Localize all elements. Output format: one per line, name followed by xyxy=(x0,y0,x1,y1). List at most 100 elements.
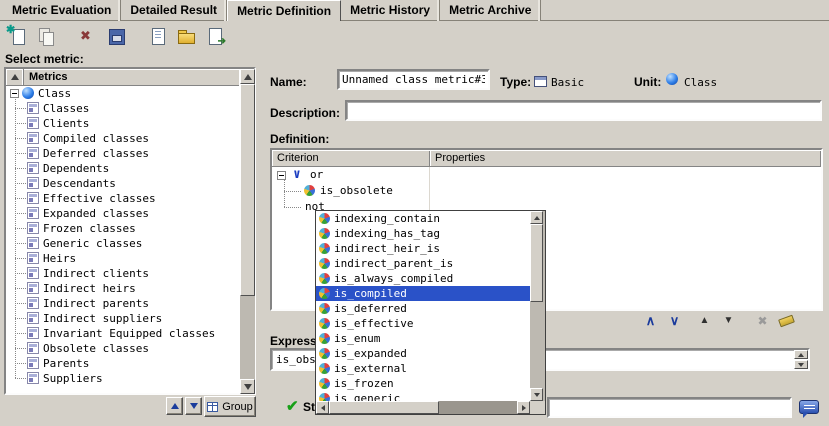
arrow-left-icon xyxy=(321,405,325,411)
class-unit-icon xyxy=(22,87,34,99)
expression-scroll-up-button[interactable] xyxy=(794,350,808,359)
arrow-down-icon xyxy=(244,384,252,390)
open-metric-file-button[interactable] xyxy=(174,24,198,48)
save-metric-button[interactable] xyxy=(104,24,128,48)
tree-root-row[interactable]: Class xyxy=(7,86,239,101)
dropdown-item[interactable]: is_generic xyxy=(316,391,530,401)
criterion-icon xyxy=(319,378,330,389)
export-metrics-button[interactable] xyxy=(203,24,227,48)
group-toggle-button[interactable]: Group xyxy=(204,396,256,417)
tree-body: ClassClassesClientsCompiled classesDefer… xyxy=(7,86,239,393)
dropdown-item[interactable]: is_enum xyxy=(316,331,530,346)
dropdown-item[interactable]: indirect_heir_is xyxy=(316,241,530,256)
move-up-button[interactable]: ▲ xyxy=(694,313,715,329)
tree-item-label: Dependents xyxy=(43,161,109,176)
scroll-down-button[interactable] xyxy=(240,379,255,394)
dropdown-item[interactable]: is_effective xyxy=(316,316,530,331)
tree-item[interactable]: Obsolete classes xyxy=(7,341,239,356)
metric-icon xyxy=(27,177,39,189)
new-metric-button[interactable] xyxy=(5,24,29,48)
criterion-column-header[interactable]: Criterion xyxy=(272,150,430,166)
definition-row[interactable]: ∨or xyxy=(272,167,821,183)
collapse-icon[interactable] xyxy=(10,89,19,98)
scroll-up-button[interactable] xyxy=(240,69,255,84)
expression-scroll-down-button[interactable] xyxy=(794,360,808,369)
criterion-icon xyxy=(319,273,330,284)
move-metric-down-button[interactable] xyxy=(185,397,202,415)
tab-detailed-result[interactable]: Detailed Result xyxy=(121,0,227,21)
tree-item[interactable]: Generic classes xyxy=(7,236,239,251)
dropdown-item[interactable]: is_frozen xyxy=(316,376,530,391)
tree-item[interactable]: Heirs xyxy=(7,251,239,266)
tree-item[interactable]: Effective classes xyxy=(7,191,239,206)
dropdown-item[interactable]: is_expanded xyxy=(316,346,530,361)
tree-item-label: Deferred classes xyxy=(43,146,149,161)
tab-metric-history[interactable]: Metric History xyxy=(341,0,440,21)
delete-metric-button[interactable] xyxy=(75,24,99,48)
status-detail-input[interactable] xyxy=(547,397,792,418)
definition-label: Definition: xyxy=(270,132,329,146)
tree-item[interactable]: Suppliers xyxy=(7,371,239,386)
dropdown-scroll-left-button[interactable] xyxy=(316,401,329,414)
tab-metric-definition[interactable]: Metric Definition xyxy=(227,0,341,21)
select-metric-label: Select metric: xyxy=(5,52,84,66)
tab-metric-archive[interactable]: Metric Archive xyxy=(440,0,541,21)
tree-item[interactable]: Classes xyxy=(7,101,239,116)
properties-column-header[interactable]: Properties xyxy=(430,150,821,166)
or-operator-icon: ∨ xyxy=(293,167,301,182)
main-toolbar xyxy=(5,24,227,50)
metrics-column-header[interactable]: Metrics xyxy=(24,69,239,85)
tree-item[interactable]: Parents xyxy=(7,356,239,371)
tree-item[interactable]: Dependents xyxy=(7,161,239,176)
move-metric-up-button[interactable] xyxy=(166,397,183,415)
tree-item[interactable]: Indirect heirs xyxy=(7,281,239,296)
dropdown-scroll-down-button[interactable] xyxy=(530,388,543,401)
comment-icon[interactable] xyxy=(799,400,819,414)
tree-item[interactable]: Frozen classes xyxy=(7,221,239,236)
erase-criterion-button[interactable] xyxy=(776,313,797,329)
metric-icon xyxy=(27,282,39,294)
or-operator-button[interactable]: ∨ xyxy=(664,313,685,329)
dropdown-item[interactable]: is_external xyxy=(316,361,530,376)
tree-item[interactable]: Indirect suppliers xyxy=(7,311,239,326)
duplicate-metric-button[interactable] xyxy=(34,24,58,48)
tree-scrollbar[interactable] xyxy=(240,69,255,394)
name-input[interactable] xyxy=(337,69,490,90)
definition-row[interactable]: is_obsolete xyxy=(272,183,821,199)
dropdown-item[interactable]: indexing_contain xyxy=(316,211,530,226)
dropdown-horizontal-scrollbar[interactable] xyxy=(316,401,530,414)
tree-item[interactable]: Invariant Equipped classes xyxy=(7,326,239,341)
dropdown-scroll-up-button[interactable] xyxy=(530,211,543,224)
sort-column-header[interactable] xyxy=(6,69,24,85)
scroll-thumb[interactable] xyxy=(240,84,255,296)
dropdown-item[interactable]: is_compiled xyxy=(316,286,530,301)
move-down-button[interactable]: ▼ xyxy=(718,313,739,329)
tree-item[interactable]: Expanded classes xyxy=(7,206,239,221)
dropdown-item[interactable]: is_deferred xyxy=(316,301,530,316)
criterion-icon xyxy=(319,288,330,299)
open-metric-file-icon xyxy=(177,27,195,45)
and-operator-button[interactable]: ∧ xyxy=(640,313,661,329)
tree-item[interactable]: Indirect parents xyxy=(7,296,239,311)
dropdown-scroll-thumb[interactable] xyxy=(530,224,543,302)
tree-item[interactable]: Clients xyxy=(7,116,239,131)
dropdown-scroll-right-button[interactable] xyxy=(517,401,530,414)
tree-item[interactable]: Deferred classes xyxy=(7,146,239,161)
dropdown-item[interactable]: indirect_parent_is xyxy=(316,256,530,271)
tree-item[interactable]: Descendants xyxy=(7,176,239,191)
dropdown-horizontal-thumb[interactable] xyxy=(329,401,439,414)
name-label: Name: xyxy=(270,75,307,89)
collapse-icon[interactable] xyxy=(277,171,286,180)
tree-item[interactable]: Indirect clients xyxy=(7,266,239,281)
metric-icon xyxy=(27,222,39,234)
tree-item-label: Suppliers xyxy=(43,371,103,386)
delete-criterion-button[interactable]: ✖ xyxy=(752,313,773,329)
import-metrics-button[interactable] xyxy=(145,24,169,48)
dropdown-vertical-scrollbar[interactable] xyxy=(530,211,545,401)
tab-metric-evaluation[interactable]: Metric Evaluation xyxy=(3,0,121,21)
dropdown-item[interactable]: is_always_compiled xyxy=(316,271,530,286)
tree-item[interactable]: Compiled classes xyxy=(7,131,239,146)
description-input[interactable] xyxy=(345,100,822,121)
dropdown-item[interactable]: indexing_has_tag xyxy=(316,226,530,241)
metric-tool-window: Metric EvaluationDetailed ResultMetric D… xyxy=(0,0,829,426)
